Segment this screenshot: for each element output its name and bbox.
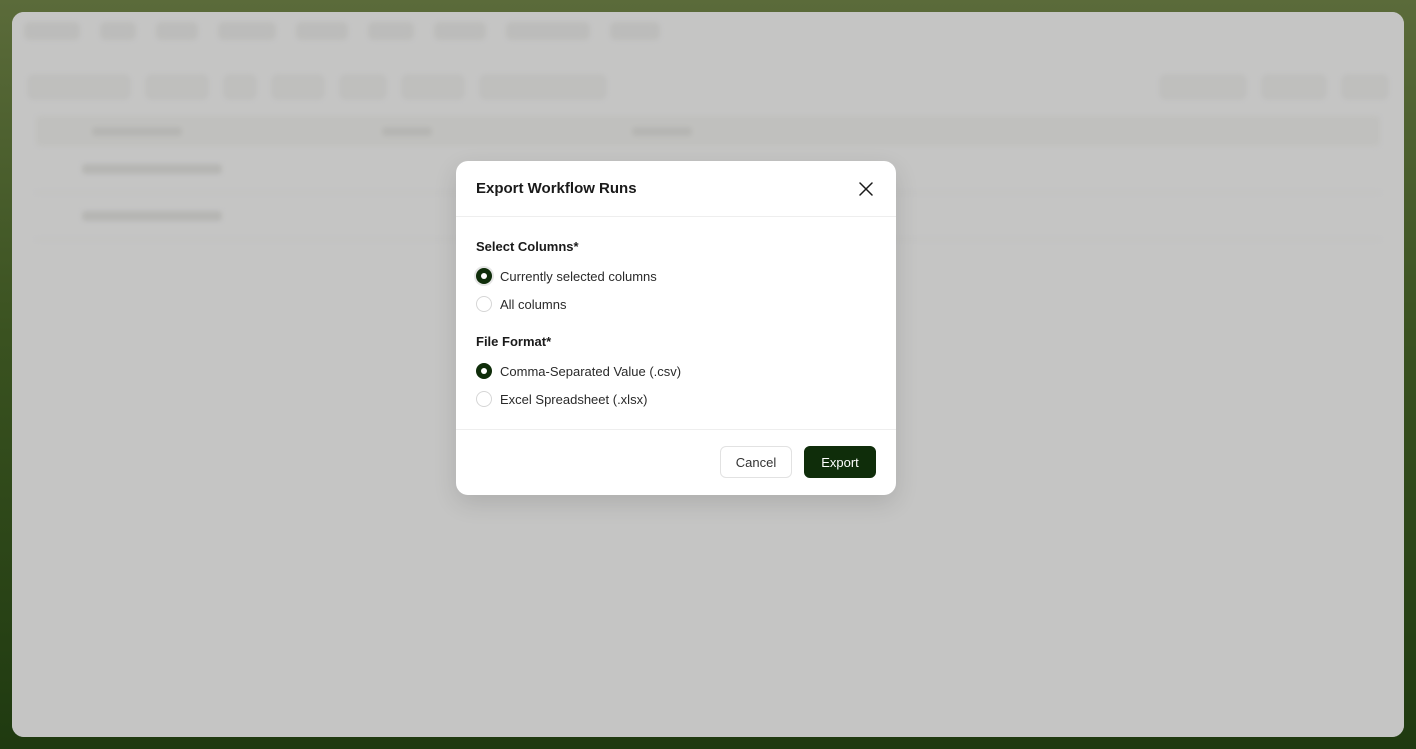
dialog-title: Export Workflow Runs [476,180,637,197]
option-all-columns[interactable]: All columns [476,290,876,318]
export-dialog: Export Workflow Runs Select Columns* Cur… [456,161,896,495]
option-csv[interactable]: Comma-Separated Value (.csv) [476,357,876,385]
dialog-body: Select Columns* Currently selected colum… [456,217,896,430]
cancel-button[interactable]: Cancel [720,446,792,478]
export-button[interactable]: Export [804,446,876,478]
select-columns-label: Select Columns* [476,239,579,254]
radio-all-columns[interactable] [476,296,492,312]
option-label: All columns [500,296,567,312]
radio-currently-selected-columns[interactable] [476,268,492,284]
dialog-footer: Cancel Export [456,430,896,494]
select-columns-group: Select Columns* Currently selected colum… [476,239,876,318]
close-button[interactable] [854,177,878,201]
radio-csv[interactable] [476,363,492,379]
radio-xlsx[interactable] [476,391,492,407]
file-format-label: File Format* [476,334,552,349]
dialog-header: Export Workflow Runs [456,161,896,217]
option-label: Excel Spreadsheet (.xlsx) [500,391,648,407]
file-format-group: File Format* Comma-Separated Value (.csv… [476,334,876,413]
app-window: Export Workflow Runs Select Columns* Cur… [12,12,1404,737]
option-currently-selected-columns[interactable]: Currently selected columns [476,262,876,290]
option-label: Comma-Separated Value (.csv) [500,363,682,379]
option-label: Currently selected columns [500,268,657,284]
close-icon [859,181,873,196]
option-xlsx[interactable]: Excel Spreadsheet (.xlsx) [476,385,876,413]
